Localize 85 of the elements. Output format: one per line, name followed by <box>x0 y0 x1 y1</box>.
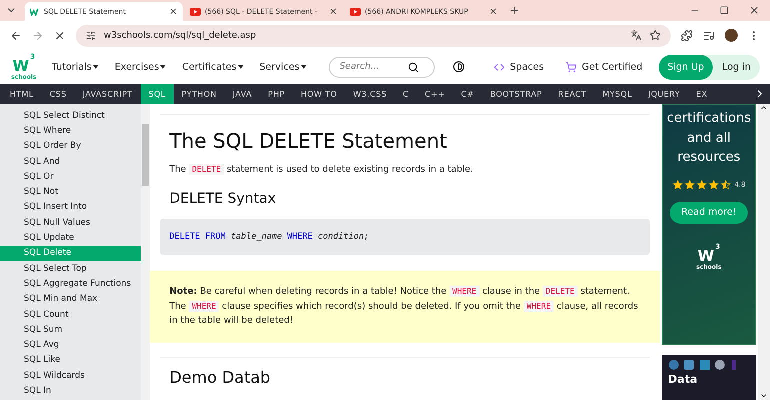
site-settings-icon[interactable] <box>86 30 96 40</box>
media-icon[interactable] <box>703 30 715 42</box>
close-tab-icon[interactable] <box>489 7 498 16</box>
nav-tab[interactable]: PYTHON <box>174 84 225 104</box>
sidebar-item[interactable]: SQL Select Top <box>0 260 141 276</box>
nav-tab[interactable]: W3.CSS <box>345 84 396 104</box>
intro-paragraph: The DELETE statement is used to delete existing records in a table. <box>170 163 474 177</box>
sidebar-item[interactable]: SQL Count <box>0 306 141 322</box>
video-icon <box>190 8 201 16</box>
sidebar-item[interactable]: SQL And <box>0 154 141 170</box>
code-block: DELETE FROM table_name WHERE condition; <box>160 219 650 256</box>
search-icon[interactable] <box>408 62 419 72</box>
nav-tab[interactable]: HTML <box>2 84 42 104</box>
star-icon <box>720 180 731 190</box>
sidebar-item[interactable]: SQL Not <box>0 184 141 200</box>
menu-dropdown[interactable]: Tutorials <box>50 62 101 72</box>
caret-icon <box>160 65 166 69</box>
sidebar-item[interactable]: SQL Min and Max <box>0 292 141 307</box>
star-icon <box>696 180 707 190</box>
star-icon <box>708 180 719 190</box>
menu-dropdown[interactable]: Services <box>258 62 309 72</box>
sidebar-item[interactable]: SQL In <box>0 383 141 399</box>
sidebar-item[interactable]: SQL Select Distinct <box>0 108 141 124</box>
log-in-button[interactable]: Log in <box>713 54 760 80</box>
menu-dropdown[interactable]: Certificates <box>180 62 246 72</box>
get-certified-link[interactable]: Get Certified <box>566 62 643 72</box>
sidebar-item[interactable]: SQL Wildcards <box>0 368 141 384</box>
cart-icon <box>566 62 578 72</box>
stop-icon[interactable] <box>54 30 66 42</box>
code-icon <box>494 62 506 72</box>
nav-tab[interactable]: PHP <box>260 84 293 104</box>
ad-banner[interactable]: Data <box>662 355 756 400</box>
nav-tab[interactable]: MYSQL <box>594 84 640 104</box>
section-heading: Demo Datab <box>170 368 272 387</box>
menu-dropdown[interactable]: Exercises <box>112 62 168 72</box>
new-tab-icon[interactable] <box>509 5 520 16</box>
sidebar-item[interactable]: SQL Avg <box>0 337 141 353</box>
back-icon[interactable] <box>10 30 22 42</box>
nav-tab[interactable]: BOOTSTRAP <box>482 84 550 104</box>
caret-icon <box>300 65 307 69</box>
nav-tab[interactable]: JQUERY <box>640 84 688 104</box>
sidebar-item[interactable]: SQL Sum <box>0 322 141 338</box>
search-field[interactable]: Search... <box>328 56 435 78</box>
ad-title: Data <box>668 373 699 386</box>
nav-tab[interactable]: CSS <box>42 84 75 104</box>
caret-icon <box>238 65 244 69</box>
bookmark-star-icon[interactable] <box>650 30 661 41</box>
nav-tab[interactable]: JAVASCRIPT <box>74 84 141 104</box>
nav-tab[interactable]: C++ <box>417 84 454 104</box>
sidebar-item[interactable]: SQL Null Values <box>0 215 141 230</box>
scroll-down-icon[interactable] <box>760 392 768 400</box>
search-input[interactable]: Search... <box>338 61 408 73</box>
sidebar-item[interactable]: SQL Like <box>0 352 141 368</box>
nav-tab[interactable]: REACT <box>550 84 595 104</box>
nav-tab[interactable]: EX <box>688 84 716 104</box>
sidebar-item[interactable]: SQL Or <box>0 169 141 184</box>
close-tab-icon[interactable] <box>169 7 178 16</box>
translate-icon[interactable] <box>631 30 642 41</box>
close-tab-icon[interactable] <box>329 7 338 16</box>
sidebar-item[interactable]: SQL Insert Into <box>0 200 141 216</box>
nav-tab[interactable]: C# <box>453 84 482 104</box>
close-icon[interactable] <box>749 5 760 16</box>
nav-tab[interactable]: C <box>395 84 418 104</box>
extensions-icon[interactable] <box>681 30 693 42</box>
nav-tab[interactable]: JAVA <box>224 84 260 104</box>
page-title: The SQL DELETE Statement <box>170 129 448 153</box>
section-heading: DELETE Syntax <box>170 191 278 208</box>
note-text: Note: Be careful when deleting records in a table! Notice the WHERE clause in the DELETE statement. The WHERE clause specifies which record(s) should be deleted. If you omit the WHERE clause, all records in the table will be deleted! <box>170 285 640 328</box>
nav-tab[interactable]: HOW TO <box>293 84 346 104</box>
star-icon <box>684 180 695 190</box>
contrast-icon[interactable] <box>452 61 465 73</box>
ad-text: certifications and all resources <box>666 110 752 167</box>
sidebar-item[interactable]: SQL Order By <box>0 138 141 154</box>
star-icon <box>672 180 683 190</box>
caret-icon <box>92 65 99 69</box>
site-icon <box>30 8 40 16</box>
sidebar-item[interactable]: SQL Where <box>0 123 141 139</box>
spaces-link[interactable]: Spaces <box>494 62 544 72</box>
scrollbar-thumb[interactable] <box>142 124 149 186</box>
restore-icon[interactable] <box>720 6 729 15</box>
sidebar-item[interactable]: SQL Aggregate Functions <box>0 276 141 292</box>
scroll-up-icon[interactable] <box>760 104 768 112</box>
video-icon <box>350 8 361 16</box>
sidebar-item[interactable]: SQL Update <box>0 230 141 246</box>
profile-avatar[interactable] <box>725 29 738 42</box>
